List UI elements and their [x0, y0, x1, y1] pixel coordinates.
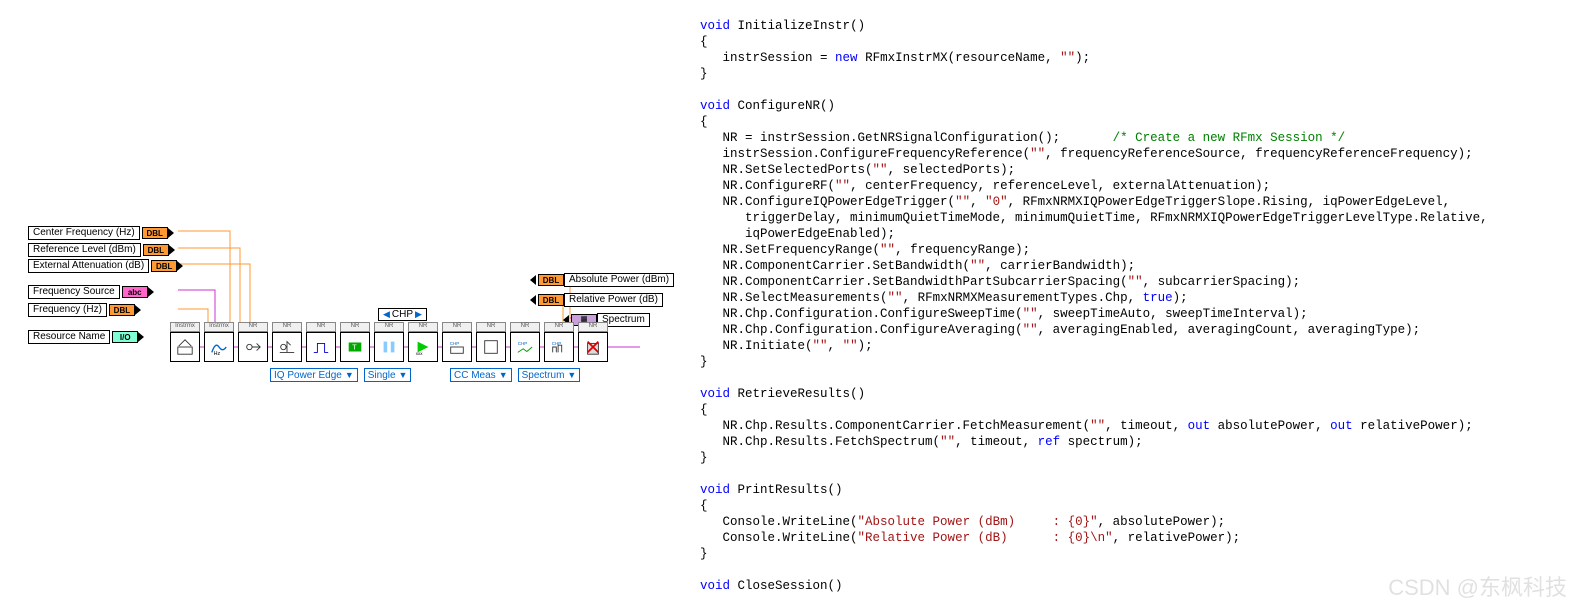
input-resource-name: Resource Name I/O — [28, 328, 144, 346]
node-close[interactable]: NR — [578, 332, 608, 362]
node-chp-2[interactable]: NR CHP — [510, 332, 540, 362]
dd-cc-meas[interactable]: CC Meas▼ — [450, 368, 512, 382]
dropdown-row-1: IQ Power Edge▼ Single▼ — [270, 368, 411, 382]
chevron-left-icon: ◀ — [383, 309, 390, 320]
node-strip: Instrmx Instrmx Hz NR NR NR NR T NR NR x… — [170, 332, 608, 362]
output-relative-power: Relative Power (dB) DBL — [530, 291, 663, 309]
dropdown-row-2: CC Meas▼ Spectrum▼ — [450, 368, 580, 382]
dd-spectrum[interactable]: Spectrum▼ — [518, 368, 581, 382]
node-true-const[interactable]: NR T — [340, 332, 370, 362]
input-frequency-source: Frequency Source abc — [28, 283, 154, 301]
output-absolute-power: Absolute Power (dBm) DBL — [530, 271, 674, 289]
svg-text:T: T — [352, 343, 357, 352]
watermark: CSDN @东枫科技 — [1388, 570, 1567, 602]
node-chp-3[interactable]: NR CHP — [544, 332, 574, 362]
arrow-right-icon — [168, 228, 174, 238]
chevron-down-icon: ▼ — [345, 370, 354, 380]
node-nr-3[interactable]: NR — [306, 332, 336, 362]
node-chp-1[interactable]: NR CHP — [442, 332, 472, 362]
node-initiate[interactable]: NR xxx — [408, 332, 438, 362]
svg-text:xxx: xxx — [416, 351, 424, 356]
svg-text:Hz: Hz — [214, 351, 221, 356]
chevron-right-icon: ▶ — [415, 309, 422, 320]
node-nr-5[interactable]: NR — [374, 332, 404, 362]
code-panel: void InitializeInstr() { instrSession = … — [700, 18, 1570, 594]
input-center-frequency: Center Frequency (Hz) DBL — [28, 224, 174, 242]
input-ext-attenuation: External Attenuation (dB) DBL — [28, 257, 183, 275]
arrow-left-icon — [530, 275, 536, 285]
node-nr-1[interactable]: NR — [238, 332, 268, 362]
dd-single[interactable]: Single▼ — [364, 368, 412, 382]
node-nr-8[interactable]: NR — [476, 332, 506, 362]
term-label: Center Frequency (Hz) — [28, 226, 140, 240]
svg-text:CHP: CHP — [518, 341, 528, 346]
dd-iq-power-edge[interactable]: IQ Power Edge▼ — [270, 368, 358, 382]
input-frequency-hz: Frequency (Hz) DBL — [28, 301, 141, 319]
dbl-tag: DBL — [142, 227, 168, 239]
svg-text:CHP: CHP — [450, 341, 460, 346]
node-nr-2[interactable]: NR — [272, 332, 302, 362]
node-instrmx-2[interactable]: Instrmx Hz — [204, 332, 234, 362]
node-instrmx-1[interactable]: Instrmx — [170, 332, 200, 362]
labview-block-diagram: Center Frequency (Hz) DBL Reference Leve… — [0, 0, 680, 610]
enum-chp[interactable]: ◀ CHP ▶ — [378, 308, 427, 321]
